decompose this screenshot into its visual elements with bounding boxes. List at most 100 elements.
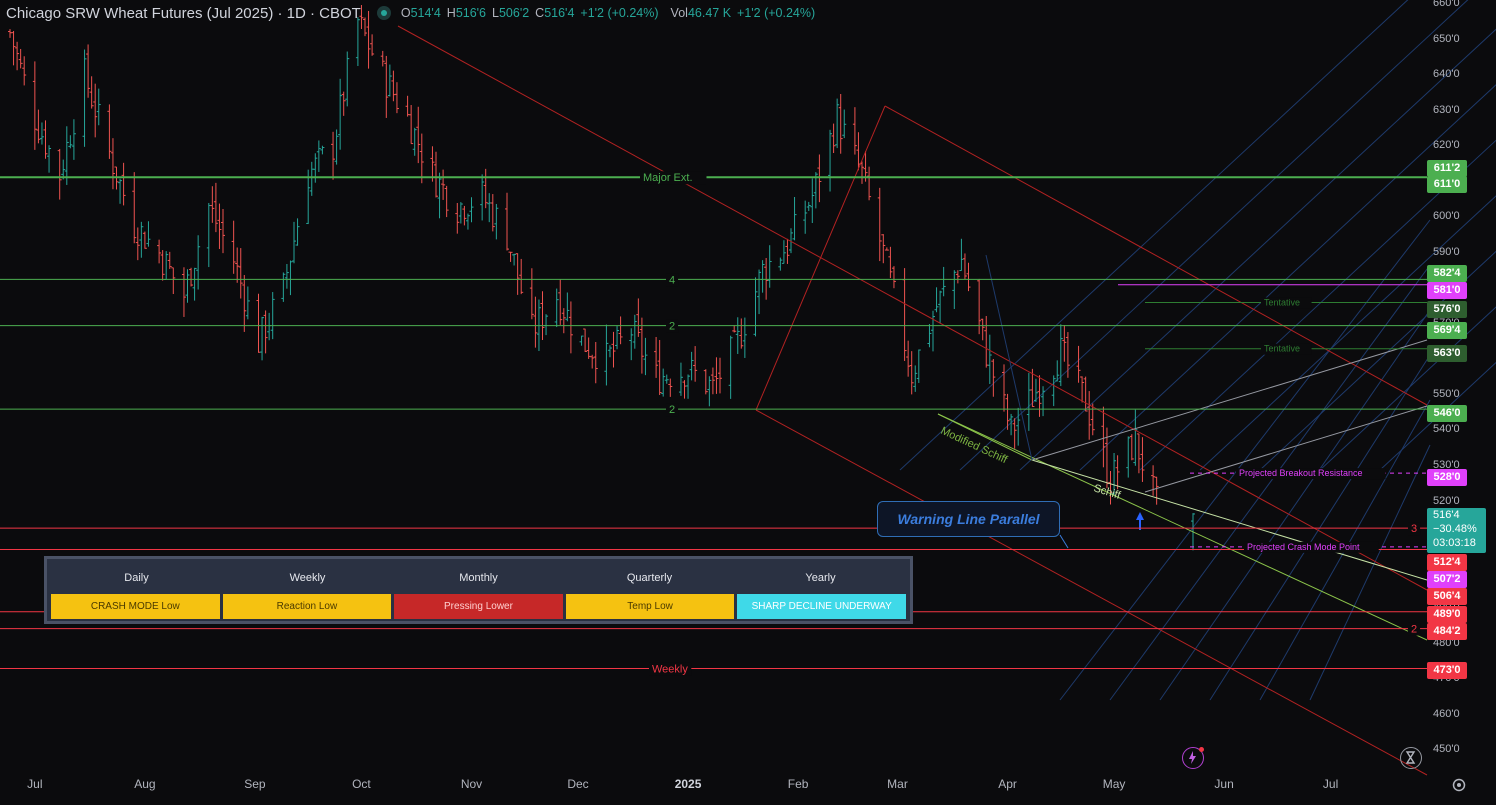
status-table[interactable]: Daily Weekly Monthly Quarterly Yearly CRASH … bbox=[44, 556, 913, 624]
y-tick-label: 540'0 bbox=[1433, 423, 1460, 436]
ohlc-bar bbox=[877, 187, 882, 262]
price-tag: 563'0 bbox=[1427, 345, 1467, 362]
symbol-title[interactable]: Chicago SRW Wheat Futures (Jul 2025) · 1… bbox=[6, 5, 361, 22]
price-tag: 576'0 bbox=[1427, 301, 1467, 318]
x-tick-label: Feb bbox=[787, 777, 809, 791]
ohlc-bar bbox=[852, 107, 857, 155]
ohlc-bar bbox=[341, 91, 346, 116]
ohlc-bar bbox=[987, 334, 992, 384]
ohlc-bar bbox=[941, 266, 946, 297]
pitchfork-grid-line bbox=[1059, 219, 1431, 701]
ohlc-bar bbox=[611, 331, 616, 368]
ohlc-bar bbox=[391, 70, 396, 102]
ohlc-bar bbox=[160, 250, 165, 281]
ohlc-bar bbox=[909, 351, 914, 395]
ohlc-bar bbox=[441, 169, 446, 200]
x-tick-label: Nov bbox=[460, 777, 483, 791]
status-table-cell: Temp Low bbox=[565, 594, 735, 619]
ohlc-bar bbox=[1026, 372, 1031, 431]
ohlc-bar bbox=[678, 362, 683, 396]
ohlc-bar bbox=[121, 162, 126, 206]
y-tick-label: 660'0 bbox=[1433, 0, 1460, 9]
hourglass-icon[interactable] bbox=[1400, 747, 1422, 769]
price-tag: 546'0 bbox=[1427, 405, 1467, 422]
ohlc-bar bbox=[444, 185, 449, 218]
ohlc-bar bbox=[434, 151, 438, 198]
ohlc-bar bbox=[927, 324, 932, 348]
level-4-label: 4 bbox=[669, 274, 675, 286]
level-2c-label: 2 bbox=[1411, 624, 1417, 636]
ohlc-bar bbox=[842, 109, 847, 139]
ohlc-bar bbox=[757, 269, 762, 315]
ohlc-bar bbox=[781, 240, 786, 264]
channel-line bbox=[884, 105, 1428, 406]
ohlc-bar bbox=[838, 94, 843, 154]
ohlc-bar bbox=[710, 367, 715, 395]
ohlc-bar bbox=[806, 201, 811, 211]
x-tick-label: Apr bbox=[998, 777, 1017, 791]
ohlc-bar bbox=[480, 174, 485, 221]
ohlc-bar bbox=[1080, 376, 1085, 403]
bar-timer: 03:03:18 bbox=[1433, 537, 1476, 549]
ohlc-bar bbox=[338, 78, 343, 150]
volume-change: +1'2 (+0.24%) bbox=[737, 6, 816, 20]
ohlc-bar bbox=[8, 29, 12, 38]
ohlc-readout: O514'4 H516'6 L506'2 C516'4 +1'2 (+0.24%… bbox=[401, 6, 815, 20]
major-ext-label: Major Ext. bbox=[643, 172, 693, 184]
ohlc-bar bbox=[370, 34, 375, 56]
ohlc-bar bbox=[732, 325, 737, 333]
volume-label: Vol bbox=[670, 6, 688, 20]
market-status-icon[interactable] bbox=[376, 6, 391, 20]
ohlc-bar bbox=[47, 145, 52, 173]
ohlc-bar bbox=[416, 106, 421, 164]
warning-line-label[interactable]: Warning Line Parallel bbox=[877, 501, 1060, 537]
crash-label: Projected Crash Mode Point bbox=[1247, 542, 1360, 552]
status-table-header: Quarterly bbox=[626, 572, 673, 584]
ohlc-bar bbox=[320, 145, 325, 155]
ohlc-bar bbox=[455, 202, 460, 234]
ohlc-bar bbox=[18, 48, 23, 69]
ohlc-bar bbox=[263, 310, 268, 354]
ohlc-bar bbox=[568, 301, 573, 354]
ohlc-bar bbox=[962, 253, 967, 280]
ohlc-bar bbox=[785, 238, 790, 264]
ohlc-bar bbox=[767, 245, 772, 288]
ohlc-bar bbox=[1016, 407, 1021, 446]
ohlc-bar bbox=[906, 340, 911, 377]
ohlc-bar bbox=[583, 328, 588, 352]
ohlc-bar bbox=[494, 203, 499, 240]
ohlc-bar bbox=[405, 95, 410, 117]
x-tick-label: Aug bbox=[134, 777, 156, 791]
ohlc-bar bbox=[316, 140, 321, 172]
gear-icon[interactable] bbox=[1451, 777, 1467, 793]
ohlc-bar bbox=[260, 316, 265, 361]
lightning-icon[interactable] bbox=[1182, 747, 1204, 769]
ohlc-bar bbox=[955, 270, 960, 284]
ohlc-bar bbox=[192, 267, 197, 301]
ohlc-bar bbox=[661, 368, 666, 397]
ohlc-bar bbox=[238, 248, 243, 299]
x-tick-label: Jul bbox=[1322, 777, 1339, 791]
ohlc-bar bbox=[107, 104, 112, 159]
price-chart[interactable]: Major Ext.42232WeeklyModified SchiffSchi… bbox=[0, 0, 1496, 805]
y-tick-label: 650'0 bbox=[1433, 32, 1460, 45]
ohlc-bar bbox=[884, 247, 889, 251]
ohlc-bar bbox=[1062, 325, 1067, 362]
ohlc-bar bbox=[331, 131, 336, 180]
price-tag: 569'4 bbox=[1427, 322, 1467, 339]
y-tick-label: 590'0 bbox=[1433, 245, 1460, 258]
ohlc-bar bbox=[181, 267, 186, 317]
channel-line bbox=[755, 105, 886, 411]
ohlc-bar bbox=[217, 203, 222, 249]
ohlc-bar bbox=[515, 253, 520, 295]
pitchfork-grid-line bbox=[1309, 444, 1431, 701]
ohlc-bar bbox=[412, 127, 417, 156]
level-2b-label: 2 bbox=[669, 404, 675, 416]
status-table-cells: CRASH MODE Low Reaction Low Pressing Lower… bbox=[51, 594, 906, 619]
ohlc-bar bbox=[483, 168, 488, 209]
close-value: 516'4 bbox=[544, 6, 575, 20]
ohlc-bar bbox=[810, 178, 815, 223]
last-price-tag: 516'4 −30.48% 03:03:18 bbox=[1427, 508, 1486, 553]
ohlc-bar bbox=[171, 267, 176, 295]
ohlc-bar bbox=[39, 122, 44, 145]
